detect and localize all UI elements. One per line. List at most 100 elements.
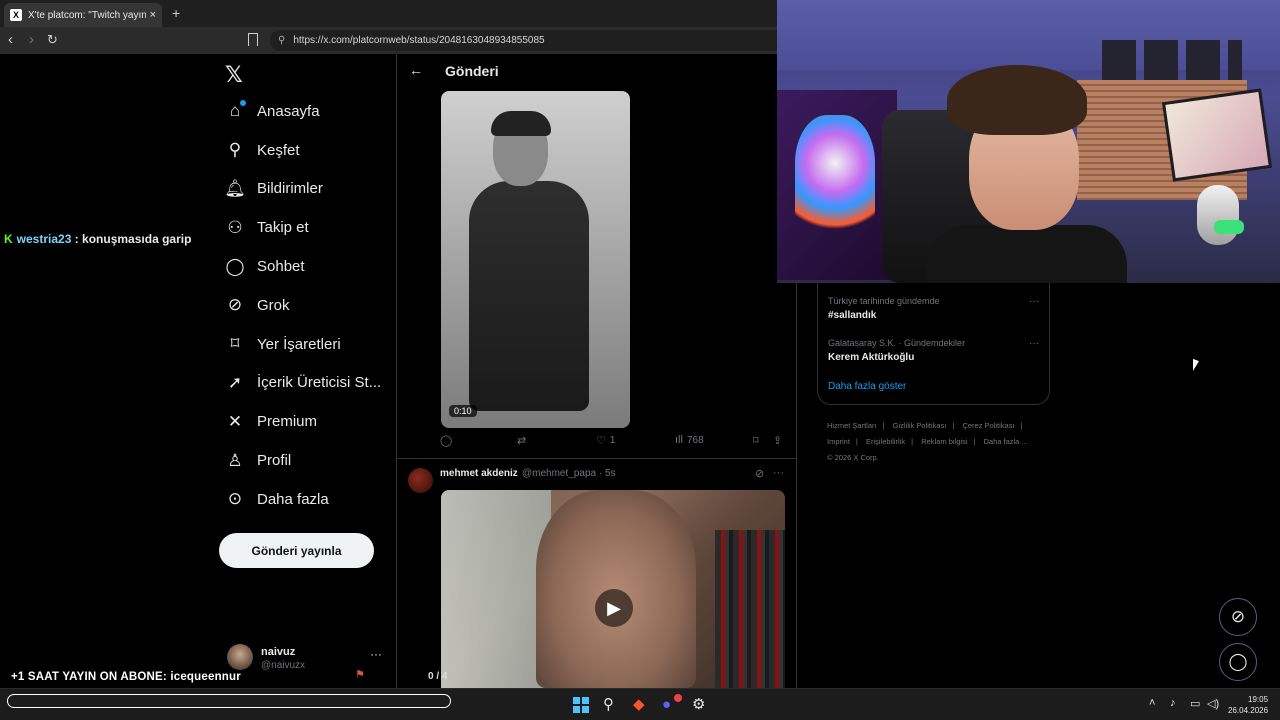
network-icon[interactable]: ▭ xyxy=(1190,697,1200,710)
webcam-wall-frames xyxy=(1102,40,1242,80)
footer-sep: | xyxy=(855,437,858,446)
nav-item-creator-studio[interactable]: ➚ İçerik Üreticisi St... xyxy=(224,364,381,403)
profile-icon: ♙ xyxy=(227,450,243,470)
post-video[interactable]: ▶ xyxy=(441,490,785,688)
nav-item-bookmarks[interactable]: ⌑ Yer İşaretleri xyxy=(224,325,381,364)
views-icon: ıll xyxy=(675,434,683,446)
new-tab-button[interactable]: + xyxy=(172,5,180,21)
nav-item-grok[interactable]: ⊘ Grok xyxy=(224,286,381,325)
reply-button[interactable]: ◯ xyxy=(440,434,456,447)
footer-sep: | xyxy=(973,437,976,446)
nav-label: Daha fazla xyxy=(257,490,329,508)
streamer-logo-icon: ⚑ xyxy=(355,669,365,681)
footer-link[interactable]: Imprint xyxy=(827,437,850,446)
trends-panel: Türkiye tarihinde gündemde #sallandık ··… xyxy=(817,283,1050,405)
browser-tab[interactable]: X X'te platcom: "Twitch yayıncısı M × xyxy=(4,3,162,27)
brave-browser-icon[interactable]: ◆ xyxy=(633,697,645,713)
video-duration: 0:10 xyxy=(449,405,477,417)
bookmark-page-icon[interactable] xyxy=(248,33,258,46)
avatar xyxy=(227,644,253,670)
x-logo-icon[interactable]: 𝕏 xyxy=(225,62,243,88)
like-button[interactable]: ♡ 1 xyxy=(596,434,615,447)
poster-art xyxy=(795,115,875,235)
post-button[interactable]: Gönderi yayınla xyxy=(219,533,374,568)
nav-item-explore[interactable]: ⚲ Keşfet xyxy=(224,131,381,170)
column-divider xyxy=(396,54,397,688)
site-info-icon[interactable]: ⚲ xyxy=(278,35,285,46)
windows-start-icon[interactable] xyxy=(573,697,589,713)
grok-icon[interactable]: ⊘ xyxy=(755,467,764,480)
forward-icon[interactable]: › xyxy=(29,31,34,49)
trend-category: Galatasaray S.K. · Gündemdekiler xyxy=(828,338,966,348)
footer-link[interactable]: Çerez Politikası xyxy=(962,421,1014,430)
footer-link[interactable]: Hizmet Şartları xyxy=(827,421,877,430)
webcam-mic-light xyxy=(1214,220,1244,234)
post-separator xyxy=(397,458,796,459)
post-actions: ◯ ⇄ ♡ 1 ıll 768 ⌑ ⇪ xyxy=(440,434,785,452)
nav-item-chat[interactable]: ◯ Sohbet xyxy=(224,247,381,286)
footer-links: Hizmet Şartları | Gizlilik Politikası | Çe… xyxy=(827,418,1047,466)
webcam-streamer xyxy=(927,65,1127,283)
account-more-icon[interactable]: ··· xyxy=(370,647,382,661)
footer-link[interactable]: Erişilebilirlik xyxy=(866,437,905,446)
nav-label: Takip et xyxy=(257,219,309,237)
show-more-link[interactable]: Daha fazla göster xyxy=(828,381,906,392)
nav-item-premium[interactable]: ✕ Premium xyxy=(224,402,381,441)
trend-name: #sallandık xyxy=(828,310,877,321)
back-arrow-icon[interactable]: ← xyxy=(409,62,423,78)
trend-item[interactable]: Türkiye tarihinde gündemde #sallandık xyxy=(828,296,940,321)
views-button[interactable]: ıll 768 xyxy=(675,434,704,446)
address-bar[interactable]: ⚲ https://x.com/platcornweb/status/20481… xyxy=(270,30,777,51)
nav-item-more[interactable]: ⊙ Daha fazla xyxy=(224,480,381,519)
search-icon[interactable]: ⚲ xyxy=(603,697,614,713)
nav-item-profile[interactable]: ♙ Profil xyxy=(224,441,381,480)
bookmark-post-button[interactable]: ⌑ xyxy=(753,434,763,447)
video-subject xyxy=(469,181,589,411)
nav-item-follow[interactable]: ⚇ Takip et xyxy=(224,208,381,247)
chevron-up-icon[interactable]: ˄ xyxy=(1149,697,1155,709)
tab-close-icon[interactable]: × xyxy=(150,9,156,21)
post-video[interactable]: 0:10 xyxy=(441,91,630,428)
rocket-icon: ➚ xyxy=(227,372,243,392)
nav-item-home[interactable]: ⌂ Anasayfa xyxy=(224,92,381,131)
nav-label: İçerik Üreticisi St... xyxy=(257,374,382,392)
avatar[interactable] xyxy=(408,468,433,493)
system-clock[interactable]: 19:05 26.04.2026 xyxy=(1228,694,1268,716)
account-switcher[interactable]: naivuz @naivuzx ··· ⚑ xyxy=(227,644,387,684)
stream-chat-message: Kwestria23 : konuşmasıda garip xyxy=(4,232,191,246)
trend-item[interactable]: Galatasaray S.K. · Gündemdekiler Kerem A… xyxy=(828,338,965,363)
nav-label: Yer İşaretleri xyxy=(257,335,341,353)
microphone-icon[interactable]: ♪ xyxy=(1170,697,1176,709)
play-icon[interactable]: ▶ xyxy=(595,589,633,627)
volume-icon[interactable]: ◁) xyxy=(1207,697,1219,710)
more-icon[interactable]: ··· xyxy=(1029,338,1039,349)
footer-link[interactable]: Gizlilik Politikası xyxy=(893,421,947,430)
clock-time: 19:05 xyxy=(1248,695,1269,704)
grok-fab[interactable]: ⊘ xyxy=(1219,598,1257,636)
chat-icon: ◯ xyxy=(225,256,245,276)
streamer-shirt xyxy=(927,225,1127,283)
mouse-cursor-icon xyxy=(1193,358,1199,374)
repost-button[interactable]: ⇄ xyxy=(517,434,530,447)
discord-icon[interactable]: ● xyxy=(662,697,671,713)
copyright: © 2026 X Corp. xyxy=(827,453,879,462)
more-icon[interactable]: ··· xyxy=(1029,296,1039,307)
share-icon: ⇪ xyxy=(773,435,783,447)
x-icon: ✕ xyxy=(227,411,243,431)
nav-item-notifications[interactable]: 🔔︎ Bildirimler xyxy=(224,170,381,209)
footer-link[interactable]: Daha fazla ... xyxy=(984,437,1028,446)
back-icon[interactable]: ‹ xyxy=(8,31,13,49)
sub-goal-banner: +1 SAAT YAYIN ON ABONE: icequeennur xyxy=(11,671,241,683)
messages-fab[interactable]: ◯ xyxy=(1219,643,1257,681)
app-icon[interactable]: ⚙ xyxy=(692,697,705,713)
like-count: 1 xyxy=(609,435,616,446)
post-author-name[interactable]: mehmet akdeniz xyxy=(440,468,518,479)
share-button[interactable]: ⇪ xyxy=(773,434,786,447)
footer-link[interactable]: Reklam bilgisi xyxy=(921,437,967,446)
more-icon[interactable]: ··· xyxy=(773,467,784,479)
repost-icon: ⇄ xyxy=(517,435,527,447)
reload-icon[interactable]: ↻ xyxy=(47,31,58,49)
trend-category: Türkiye tarihinde gündemde xyxy=(828,296,940,306)
grok-icon: ⊘ xyxy=(227,295,243,315)
taskbar-search-overlay[interactable] xyxy=(7,694,451,708)
